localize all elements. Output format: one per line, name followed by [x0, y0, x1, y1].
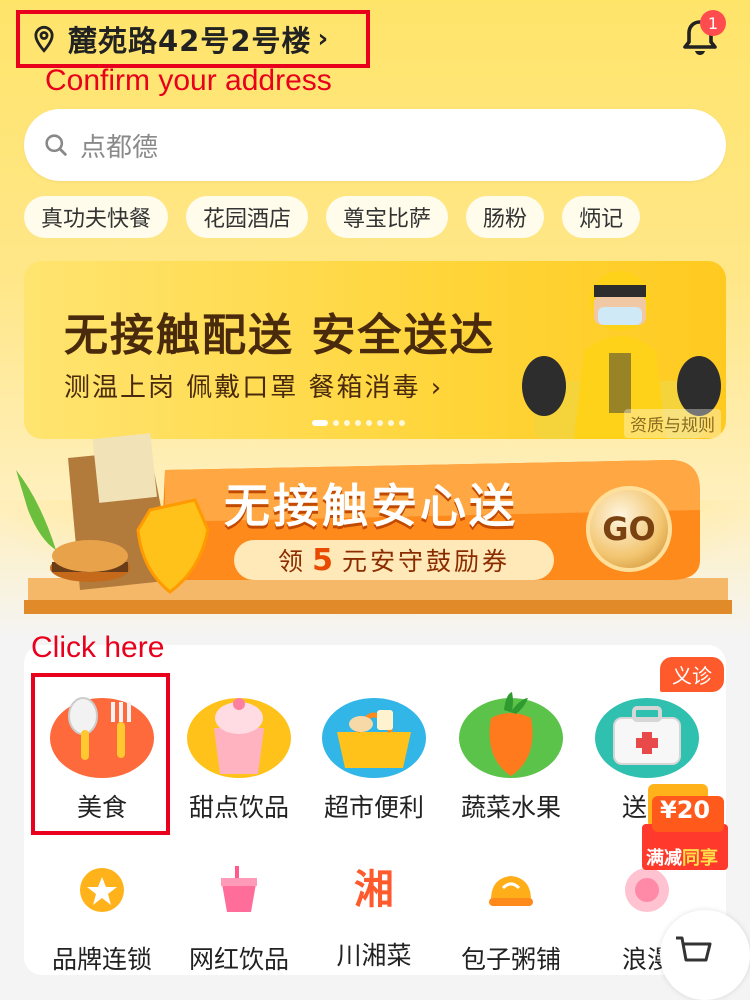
- hot-search-tags: 真功夫快餐 花园酒店 尊宝比萨 肠粉 炳记: [24, 196, 641, 238]
- floating-coupon[interactable]: ¥20 满减同享: [642, 776, 728, 870]
- fork-spoon-icon: [50, 697, 154, 778]
- steamed-bun-icon: [489, 876, 533, 906]
- category-trendy-drinks[interactable]: 网红饮品: [174, 862, 304, 976]
- category-supermarket[interactable]: 超市便利: [309, 688, 439, 824]
- category-label: 甜点饮品: [188, 793, 289, 822]
- hot-tag[interactable]: 真功夫快餐: [24, 196, 169, 238]
- category-dessert-drinks[interactable]: 甜点饮品: [174, 688, 304, 824]
- carousel-dot: [366, 420, 372, 426]
- notification-badge: 1: [700, 10, 726, 36]
- category-label: 网红饮品: [188, 945, 289, 974]
- carousel-dot: [333, 420, 339, 426]
- category-brand-chain[interactable]: 品牌连锁: [37, 862, 167, 976]
- search-icon: [45, 134, 67, 156]
- carousel-dot: [377, 420, 383, 426]
- coupon-amount: ¥20: [660, 796, 711, 824]
- category-label: 美食: [76, 793, 127, 822]
- ice-cream-cup-icon: [187, 698, 291, 778]
- address-selector[interactable]: 麓苑路42号2号楼 ›: [16, 10, 370, 68]
- category-label: 品牌连锁: [51, 945, 152, 974]
- carousel-dot: [312, 420, 328, 426]
- coupon-label-a: 满减: [646, 848, 682, 869]
- carousel-indicator: [312, 420, 405, 426]
- chevron-right-icon: ›: [317, 24, 329, 54]
- contactless-banner[interactable]: 无接触配送 安全送达 测温上岗 佩戴口罩 餐箱消毒 › 资质与规则: [24, 261, 726, 439]
- category-food[interactable]: 美食: [37, 688, 167, 824]
- category-label: 川湘菜: [336, 941, 412, 970]
- first-aid-kit-icon: [595, 698, 699, 778]
- category-label: 超市便利: [323, 793, 424, 822]
- category-sichuan-hunan[interactable]: 湘 川湘菜: [309, 862, 439, 972]
- rose-icon: [625, 868, 669, 912]
- go-button[interactable]: GO: [586, 486, 672, 572]
- shopping-basket-icon: [322, 698, 426, 778]
- cart-button[interactable]: [660, 910, 750, 1000]
- carousel-dot: [399, 420, 405, 426]
- address-text: 麓苑路42号2号楼: [68, 24, 312, 58]
- annotation-click-here: Click here: [31, 631, 165, 664]
- cart-icon: [676, 936, 712, 962]
- promo-title: 无接触安心送: [224, 479, 518, 533]
- star-badge-icon: [80, 868, 124, 912]
- category-buns-congee[interactable]: 包子粥铺: [446, 862, 576, 976]
- search-bar[interactable]: 点都德: [24, 109, 726, 181]
- xiang-glyph-icon: 湘: [354, 867, 394, 913]
- promo-amount: 5: [312, 542, 336, 578]
- hot-tag[interactable]: 肠粉: [466, 196, 545, 238]
- hot-tag[interactable]: 尊宝比萨: [326, 196, 449, 238]
- search-placeholder: 点都德: [80, 132, 159, 163]
- promo-subtitle: 领 5 元安守鼓励券: [234, 540, 554, 580]
- annotation-confirm-address: Confirm your address: [45, 64, 332, 97]
- carrot-icon: [459, 692, 563, 778]
- category-label: 包子粥铺: [460, 945, 561, 974]
- category-label: 蔬菜水果: [460, 793, 561, 822]
- hot-tag[interactable]: 花园酒店: [186, 196, 309, 238]
- carousel-dot: [344, 420, 350, 426]
- carousel-dot: [388, 420, 394, 426]
- banner-subtitle: 测温上岗 佩戴口罩 餐箱消毒 ›: [64, 373, 444, 403]
- promo-subtitle-prefix: 领: [278, 547, 307, 576]
- yizhen-badge: 义诊: [660, 657, 724, 692]
- banner-title: 无接触配送 安全送达: [64, 310, 496, 361]
- carousel-dot: [355, 420, 361, 426]
- promo-subtitle-suffix: 元安守鼓励券: [341, 547, 510, 576]
- category-vegetables-fruit[interactable]: 蔬菜水果: [446, 688, 576, 824]
- location-pin-icon: [34, 25, 54, 53]
- coupon-label-b: 同享: [682, 848, 718, 869]
- hot-tag[interactable]: 炳记: [562, 196, 641, 238]
- coupon-label: 满减同享: [646, 844, 718, 870]
- drink-cup-icon: [221, 866, 257, 912]
